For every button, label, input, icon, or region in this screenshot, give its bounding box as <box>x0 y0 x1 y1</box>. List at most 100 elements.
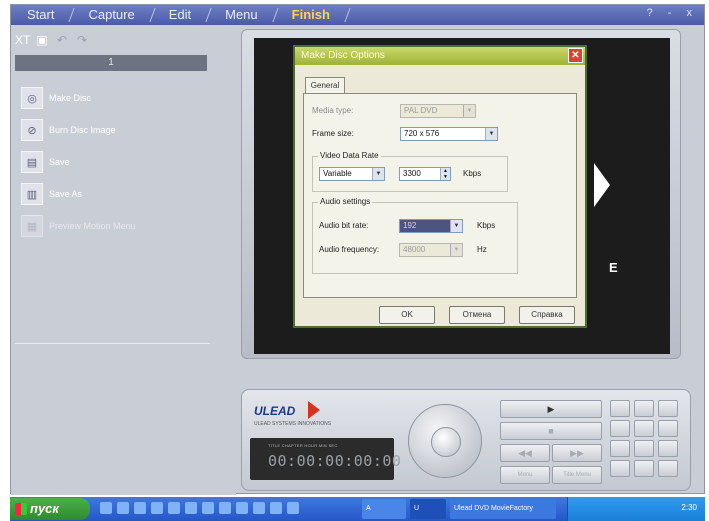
video-rate-input[interactable]: 3300 ▲ ▼ <box>399 167 451 181</box>
quick-launch-icon[interactable] <box>202 502 214 514</box>
menu-menu[interactable]: Menu <box>209 5 276 25</box>
burn-disc-image-label: Burn Disc Image <box>49 125 116 135</box>
keypad-9[interactable] <box>658 440 678 457</box>
tab-general[interactable]: General <box>305 77 345 93</box>
title-menu-button[interactable]: Title Menu <box>552 466 602 484</box>
quick-launch-icon[interactable] <box>219 502 231 514</box>
quick-launch-icon[interactable] <box>253 502 265 514</box>
playback-control-panel: ULEAD ULEAD SYSTEMS INNOVATIONS TITLE CH… <box>241 389 691 491</box>
frame-size-select[interactable]: 720 x 576 ▼ <box>400 127 498 141</box>
quick-launch-icon[interactable] <box>151 502 163 514</box>
keypad-8[interactable] <box>634 440 654 457</box>
preview-icon: ▦ <box>21 215 43 237</box>
dialog-title: Make Disc Options ✕ <box>295 47 585 65</box>
chevron-down-icon: ▼ <box>450 220 462 232</box>
save-as-button[interactable]: ▥ Save As <box>21 183 82 205</box>
taskbar-item-a[interactable]: A <box>362 499 406 519</box>
keypad-1[interactable] <box>610 400 630 417</box>
make-disc-options-dialog: Make Disc Options ✕ General Media type: … <box>293 45 587 328</box>
quick-launch-icon[interactable] <box>270 502 282 514</box>
redo-icon[interactable]: ↷ <box>75 33 89 47</box>
keypad-7[interactable] <box>610 440 630 457</box>
video-data-rate-title: Video Data Rate <box>318 151 381 160</box>
taskbar: пуск A U Ulead DVD MovieFactory 2:30 <box>10 497 705 521</box>
timecode-display: TITLE CHAPTER HOUR MIN SEC 00:00:00:00:0… <box>250 438 401 480</box>
video-rate-mode-value: Variable <box>323 169 352 178</box>
start-label: пуск <box>30 501 59 516</box>
quick-launch-icon[interactable] <box>185 502 197 514</box>
audio-settings-title: Audio settings <box>318 197 373 206</box>
preview-motion-menu-label: Preview Motion Menu <box>49 221 136 231</box>
menu-button[interactable]: Menu <box>500 466 550 484</box>
cancel-button[interactable]: Отмена <box>449 306 505 324</box>
dialog-title-text: Make Disc Options <box>301 50 385 61</box>
close-icon[interactable]: ✕ <box>568 48 583 63</box>
help-button[interactable]: Справка <box>519 306 575 324</box>
divider <box>15 343 210 344</box>
text-icon[interactable]: XT <box>15 33 30 47</box>
quick-launch-icon[interactable] <box>236 502 248 514</box>
save-as-label: Save As <box>49 189 83 199</box>
keypad-3[interactable] <box>658 400 678 417</box>
taskbar-item-u[interactable]: U <box>410 499 446 519</box>
quick-launch-icon[interactable] <box>168 502 180 514</box>
menu-finish[interactable]: Finish <box>276 5 348 25</box>
quick-launch-icon[interactable] <box>100 502 112 514</box>
next-button[interactable]: ▶▶ <box>552 444 602 462</box>
keypad-0[interactable] <box>634 460 654 477</box>
video-rate-mode-select[interactable]: Variable ▼ <box>319 167 385 181</box>
previous-button[interactable]: ◀◀ <box>500 444 550 462</box>
audio-bit-rate-unit: Kbps <box>477 221 496 230</box>
system-tray: 2:30 <box>567 497 705 521</box>
stop-button[interactable]: ■ <box>500 422 602 440</box>
disc-icon: ◎ <box>21 87 43 109</box>
frame-size-label: Frame size: <box>312 129 354 138</box>
ulead-logo: ULEAD <box>254 404 296 418</box>
menu-start[interactable]: Start <box>11 5 72 25</box>
audio-frequency-select[interactable]: 48000 ▼ <box>399 243 463 257</box>
audio-frequency-label: Audio frequency: <box>319 245 380 254</box>
window-controls[interactable]: ? - x <box>647 7 698 19</box>
audio-bit-rate-select[interactable]: 192 ▼ <box>399 219 463 233</box>
keypad-5[interactable] <box>634 420 654 437</box>
make-disc-label: Make Disc <box>49 93 92 103</box>
ok-button[interactable]: OK <box>379 306 435 324</box>
timecode-digits: 00:00:00:00:00 <box>268 452 402 470</box>
burn-disc-image-button[interactable]: ⊘ Burn Disc Image <box>21 119 116 141</box>
quick-launch-icon[interactable] <box>287 502 299 514</box>
general-tab-panel: Media type: PAL DVD ▼ Frame size: 720 x … <box>303 93 577 298</box>
menu-capture[interactable]: Capture <box>72 5 152 25</box>
quick-launch <box>100 502 299 514</box>
play-button[interactable]: ▶ <box>500 400 602 418</box>
floppy-icon[interactable]: ▣ <box>35 33 49 47</box>
audio-frequency-value: 48000 <box>403 245 426 254</box>
keypad-4[interactable] <box>610 420 630 437</box>
preview-motion-menu-button[interactable]: ▦ Preview Motion Menu <box>21 215 136 237</box>
keypad-2[interactable] <box>634 400 654 417</box>
burn-icon: ⊘ <box>21 119 43 141</box>
taskbar-item-ulead[interactable]: Ulead DVD MovieFactory <box>450 499 556 519</box>
spinner-icon[interactable]: ▲ ▼ <box>440 168 450 180</box>
keypad-enter[interactable] <box>658 460 678 477</box>
timecode-labels: TITLE CHAPTER HOUR MIN SEC <box>268 443 338 448</box>
chevron-down-icon: ▼ <box>372 168 384 180</box>
keypad-clear[interactable] <box>610 460 630 477</box>
save-button[interactable]: ▤ Save <box>21 151 70 173</box>
navigation-jog-wheel[interactable] <box>408 404 482 478</box>
jog-enter-button[interactable] <box>431 427 461 457</box>
chevron-down-icon: ▼ <box>450 244 462 256</box>
media-type-select[interactable]: PAL DVD ▼ <box>400 104 476 118</box>
audio-bit-rate-value: 192 <box>403 221 417 230</box>
windows-flag-icon <box>15 503 27 515</box>
media-type-label: Media type: <box>312 106 354 115</box>
start-button[interactable]: пуск <box>10 498 90 520</box>
undo-icon[interactable]: ↶ <box>55 33 69 47</box>
quick-launch-icon[interactable] <box>117 502 129 514</box>
keypad-6[interactable] <box>658 420 678 437</box>
save-label: Save <box>49 157 70 167</box>
frame-size-value: 720 x 576 <box>404 129 440 138</box>
menu-edit[interactable]: Edit <box>153 5 209 25</box>
video-data-rate-group: Video Data Rate Variable ▼ 3300 ▲ ▼ Kbps <box>312 151 508 192</box>
make-disc-button[interactable]: ◎ Make Disc <box>21 87 91 109</box>
quick-launch-icon[interactable] <box>134 502 146 514</box>
